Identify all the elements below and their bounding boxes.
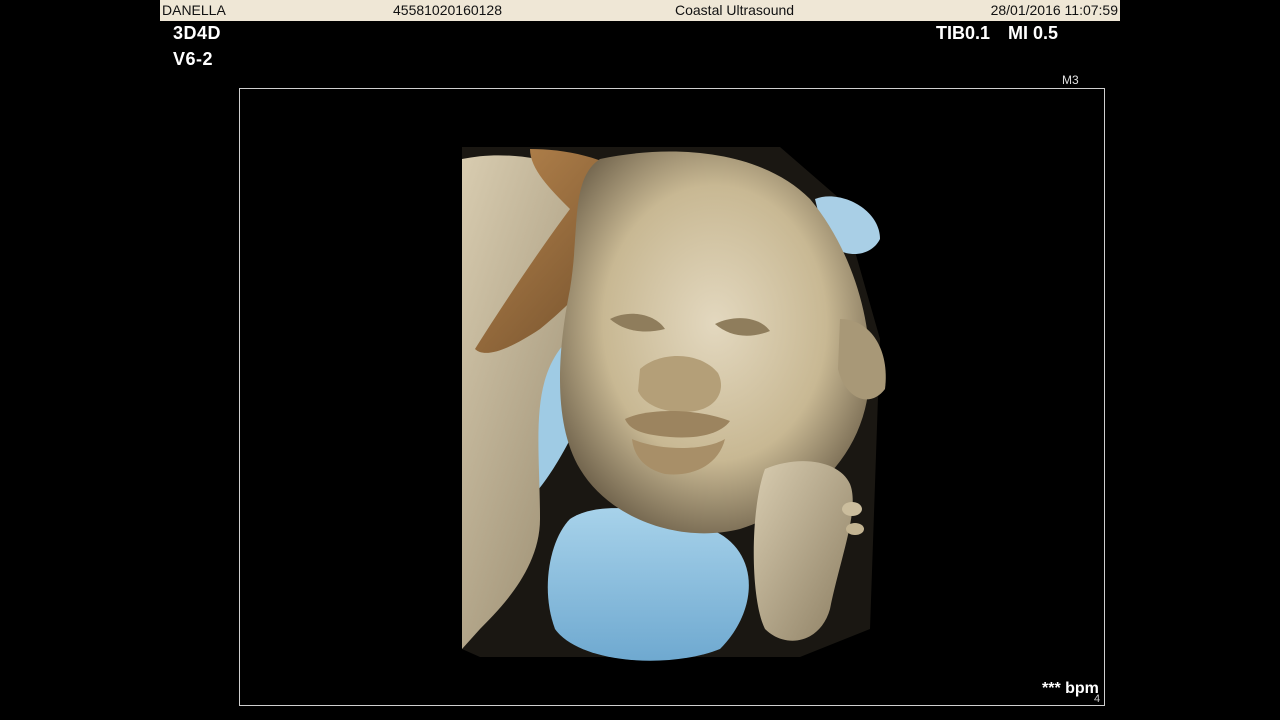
map-label: M3 bbox=[1062, 73, 1079, 87]
patient-name: DANELLA bbox=[162, 2, 226, 18]
mi-value: MI 0.5 bbox=[1008, 23, 1059, 43]
acoustic-params: TIB0.1 MI 0.5 bbox=[936, 23, 1058, 44]
patient-id: 45581020160128 bbox=[393, 2, 503, 18]
patient-header-bar: DANELLA 45581020160128 Coastal Ultrasoun… bbox=[160, 0, 1120, 21]
imaging-mode: 3D4D bbox=[173, 23, 222, 43]
corner-marker: 4 bbox=[1094, 693, 1101, 705]
probe-name: V6-2 bbox=[173, 49, 214, 69]
exam-datetime: 28/01/2016 11:07:59 bbox=[990, 2, 1118, 18]
clinic-name: Coastal Ultrasound bbox=[675, 2, 795, 18]
tib-value: TIB0.1 bbox=[936, 23, 991, 43]
ultrasound-3d-viewport[interactable] bbox=[239, 88, 1105, 706]
heart-rate-readout: *** bpm bbox=[1042, 680, 1099, 697]
fetal-face-render bbox=[462, 147, 886, 661]
